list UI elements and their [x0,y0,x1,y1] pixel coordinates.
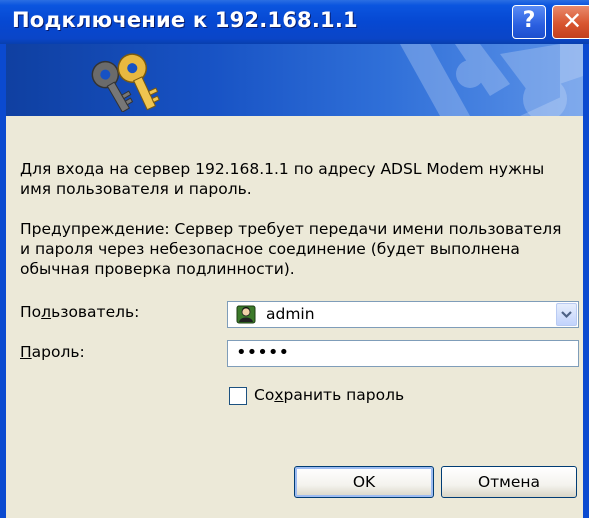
close-icon: ✕ [561,7,583,35]
dropdown-button[interactable] [556,303,577,326]
close-button[interactable]: ✕ [552,5,589,39]
intro-text: Для входа на сервер 192.168.1.1 по адрес… [20,160,545,198]
window-frame-right [583,44,589,518]
chevron-down-icon [561,311,572,319]
ok-button[interactable]: OK [294,466,434,498]
cancel-button[interactable]: Отмена [441,466,577,498]
window-title: Подключение к 192.168.1.1 [12,8,358,32]
username-combobox[interactable]: admin [227,301,579,328]
warning-text: Предупреждение: Сервер требует передачи … [20,220,562,278]
password-label: Пароль: [20,343,85,361]
keys-icon [80,50,180,113]
login-dialog: Подключение к 192.168.1.1 ? ✕ Для входа … [0,0,589,518]
username-value: admin [266,305,315,323]
banner [0,44,589,116]
remember-password-checkbox[interactable] [229,387,247,405]
remember-password-label[interactable]: Сохранить пароль [254,386,404,404]
title-bar[interactable]: Подключение к 192.168.1.1 ? ✕ [0,0,589,44]
user-account-icon [236,305,256,324]
help-icon: ? [522,8,536,33]
window-frame-left [0,44,6,518]
password-input[interactable]: ••••• [227,340,579,367]
password-value: ••••• [236,342,290,363]
help-button[interactable]: ? [512,5,546,39]
user-label: Пользователь: [20,303,140,321]
